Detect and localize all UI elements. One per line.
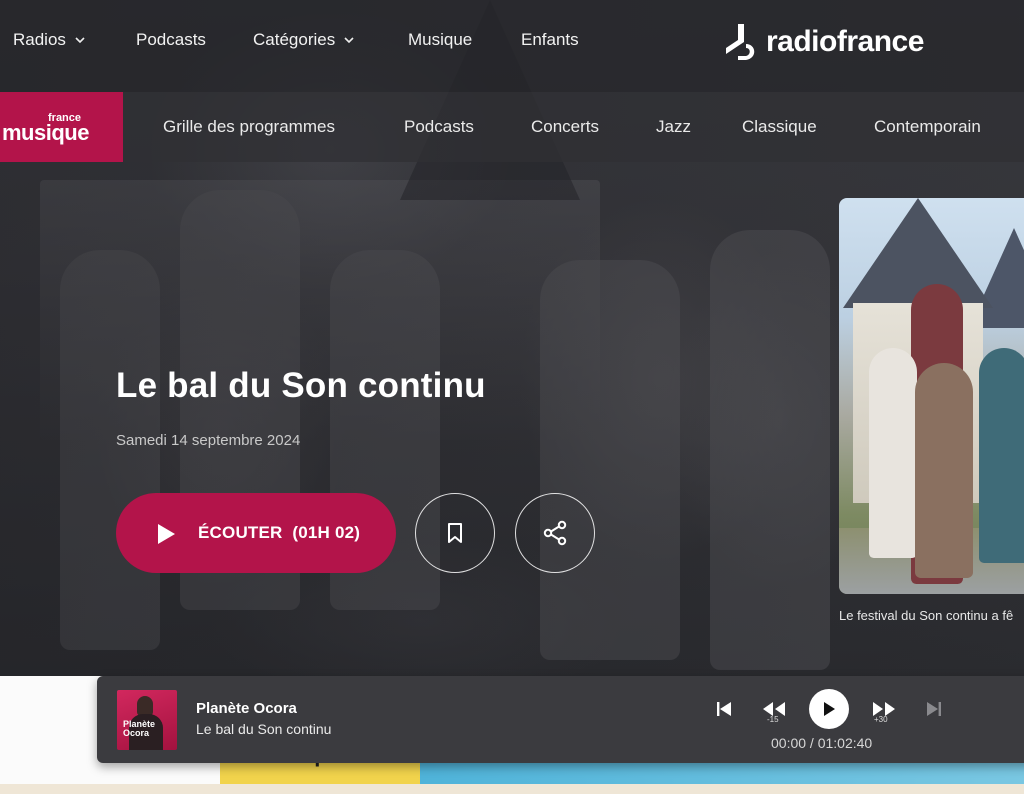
listen-text: ÉCOUTER [198,523,283,542]
nav-item-enfants[interactable]: Enfants [521,30,579,50]
brand-name: radiofrance [766,25,924,58]
bookmark-icon [448,523,462,543]
sub-nav-podcasts[interactable]: Podcasts [404,117,474,137]
sub-nav-jazz[interactable]: Jazz [656,117,691,137]
skip-next-icon[interactable] [926,700,942,718]
skip-previous-icon[interactable] [716,700,732,718]
sub-nav-contemporain[interactable]: Contemporain [874,117,981,137]
nav-item-label: Podcasts [136,30,206,49]
nav-item-label: Catégories [253,30,336,49]
share-icon [543,520,567,546]
station-navigation: france musique Grille des programmes Pod… [0,92,1024,162]
rewind-seconds: -15 [767,715,779,724]
nav-item-label: Enfants [521,30,579,49]
logo-big-text: musique [2,120,89,145]
cover-text-line: Ocora [123,728,150,738]
cover-text: Planète Ocora [123,720,155,738]
episode-photo[interactable] [839,198,1024,594]
page-title: Le bal du Son continu [116,366,486,405]
episode-duration: (01H 02) [292,523,361,542]
forward-seconds: +30 [874,715,888,724]
sub-nav-classique[interactable]: Classique [742,117,817,137]
player-play-button[interactable] [809,689,849,729]
nav-item-label: Radios [13,30,66,49]
bookmark-button[interactable] [415,493,495,573]
nav-item-label: Musique [408,30,473,49]
radiofrance-logo-icon [726,24,755,60]
nav-item-musique[interactable]: Musique [408,30,472,50]
player-podcast-title[interactable]: Planète Ocora [196,700,297,717]
france-musique-logo[interactable]: france musique [0,92,123,162]
sub-nav-concerts[interactable]: Concerts [531,117,599,137]
chevron-down-icon [344,37,354,44]
broadcast-date: Samedi 14 septembre 2024 [116,432,301,449]
audio-player: Planète Ocora Planète Ocora Le bal du So… [97,676,1024,763]
nav-item-radios[interactable]: Radios [13,30,86,50]
nav-item-categories[interactable]: Catégories [253,30,355,50]
podcast-cover[interactable]: Planète Ocora [117,690,177,750]
share-button[interactable] [515,493,595,573]
player-episode-title[interactable]: Le bal du Son continu [196,721,331,737]
radiofrance-logo[interactable]: radiofrance [724,22,924,62]
photo-caption: Le festival du Son continu a fê [839,608,1014,623]
listen-label: ÉCOUTER (01H 02) [198,523,360,543]
decorative-band-bottom [0,784,1024,794]
sub-nav-grille[interactable]: Grille des programmes [163,117,335,137]
play-icon [824,702,835,716]
play-icon [158,524,175,544]
chevron-down-icon [75,37,85,44]
main-navigation: Radios Podcasts Catégories Musique Enfan… [0,0,1024,92]
listen-button[interactable]: ÉCOUTER (01H 02) [116,493,396,573]
playback-time: 00:00 / 01:02:40 [771,735,873,751]
nav-item-podcasts[interactable]: Podcasts [136,30,206,50]
